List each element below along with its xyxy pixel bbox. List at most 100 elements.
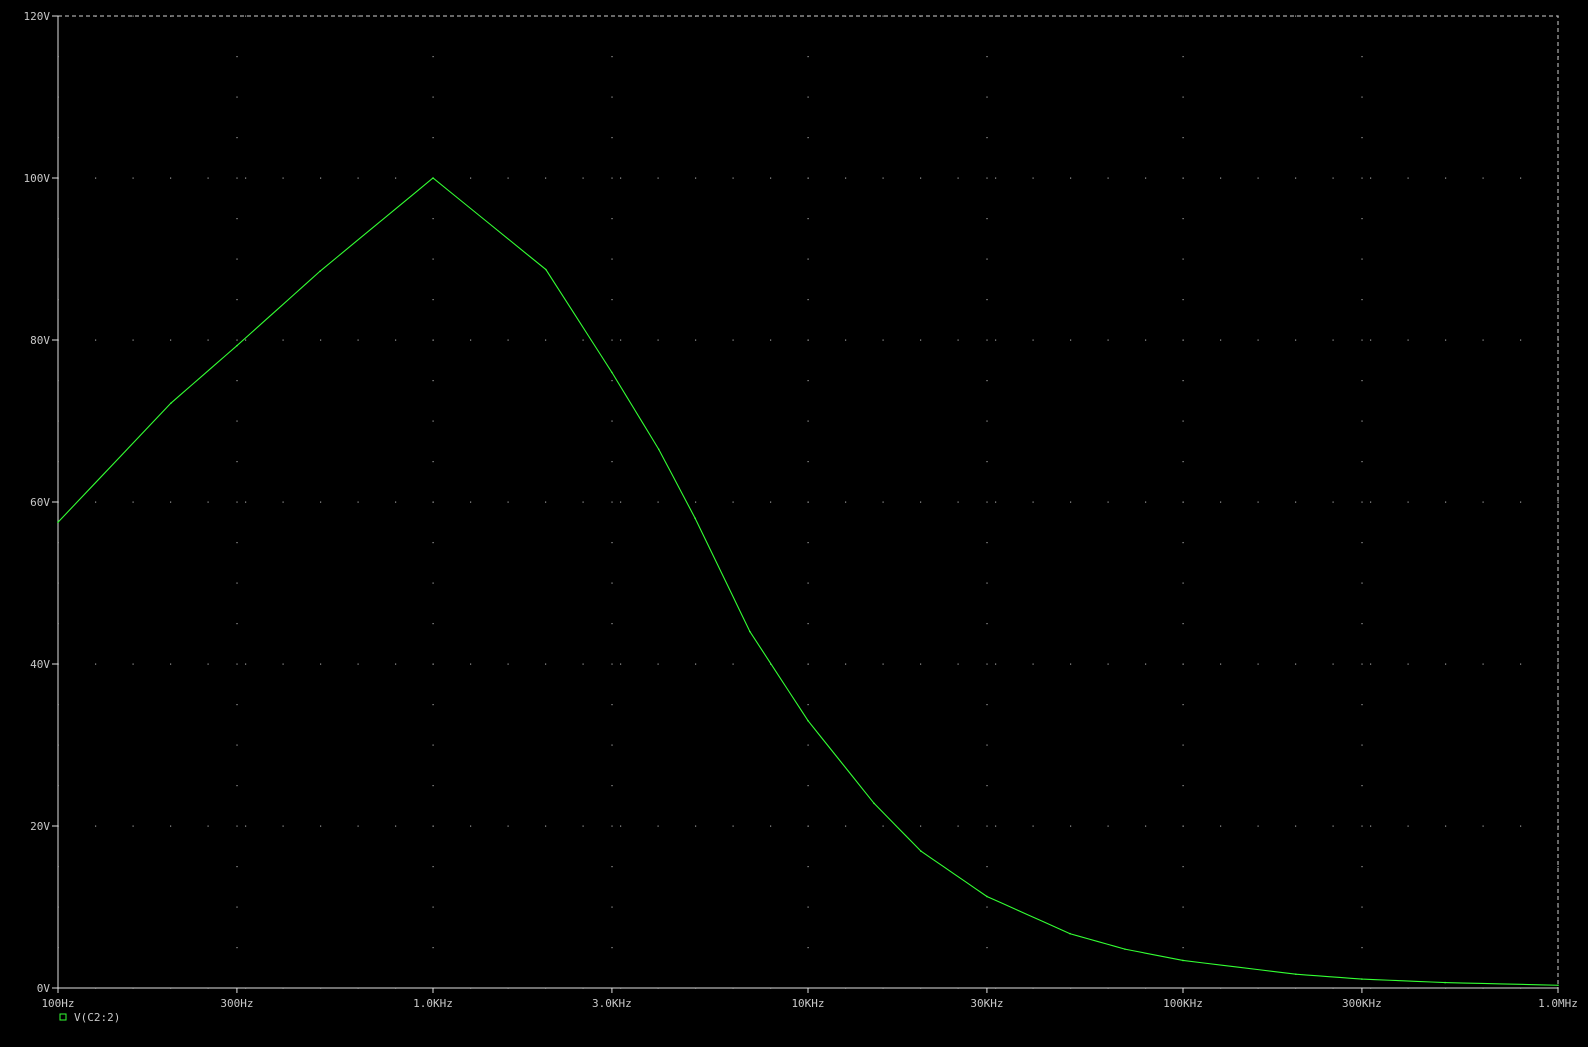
grid-dot xyxy=(611,258,613,260)
grid-dot xyxy=(1220,177,1222,179)
grid-dot xyxy=(170,501,172,503)
x-tick-label: 10KHz xyxy=(791,997,824,1010)
grid-dot xyxy=(807,582,809,584)
grid-dot xyxy=(170,663,172,665)
grid-dot xyxy=(995,177,997,179)
data-point xyxy=(920,850,922,852)
grid-dot xyxy=(995,825,997,827)
grid-dot xyxy=(507,177,509,179)
grid-dot xyxy=(1182,947,1184,949)
grid-dot xyxy=(432,501,434,503)
grid-dot xyxy=(320,825,322,827)
grid-dot xyxy=(1182,906,1184,908)
grid-dot xyxy=(986,542,988,544)
grid-dot xyxy=(207,663,209,665)
grid-dot xyxy=(1407,177,1409,179)
grid-dot xyxy=(986,177,988,179)
grid-dot xyxy=(470,501,472,503)
grid-dot xyxy=(132,825,134,827)
grid-dot xyxy=(395,339,397,341)
grid-dot xyxy=(732,825,734,827)
grid-dot xyxy=(1182,623,1184,625)
grid-dot xyxy=(470,825,472,827)
grid-dot xyxy=(432,380,434,382)
grid-dot xyxy=(807,96,809,98)
grid-dot xyxy=(395,501,397,503)
grid-dot xyxy=(986,501,988,503)
grid-dot xyxy=(732,177,734,179)
grid-dot xyxy=(432,704,434,706)
grid-dot xyxy=(236,218,238,220)
grid-dot xyxy=(986,56,988,58)
grid-dot xyxy=(732,339,734,341)
grid-dot xyxy=(395,177,397,179)
grid-dot xyxy=(1361,947,1363,949)
data-point xyxy=(749,630,751,633)
grid-dot xyxy=(920,339,922,341)
grid-dot xyxy=(1482,663,1484,665)
grid-dot xyxy=(1370,663,1372,665)
grid-dot xyxy=(657,663,659,665)
grid-dot xyxy=(95,339,97,341)
grid-dot xyxy=(1182,218,1184,220)
grid-dot xyxy=(236,663,238,665)
grid-dot xyxy=(957,501,959,503)
legend[interactable]: V(C2:2) xyxy=(59,1011,120,1024)
grid-dot xyxy=(470,177,472,179)
legend-marker-icon xyxy=(59,1013,67,1021)
grid-dot xyxy=(1557,299,1559,301)
grid-dot xyxy=(1070,663,1072,665)
grid-dot xyxy=(986,258,988,260)
grid-dot xyxy=(207,501,209,503)
grid-dot xyxy=(1370,339,1372,341)
grid-dot xyxy=(236,744,238,746)
data-point xyxy=(1182,959,1184,962)
grid-dot xyxy=(432,663,434,665)
grid-dot xyxy=(1032,501,1034,503)
grid-dot xyxy=(845,663,847,665)
grid-dot xyxy=(236,461,238,463)
grid-dot xyxy=(236,137,238,139)
grid-dot xyxy=(1361,744,1363,746)
grid-dot xyxy=(1257,177,1259,179)
grid-dot xyxy=(695,501,697,503)
grid-dot xyxy=(582,339,584,341)
grid-dot xyxy=(1145,663,1147,665)
data-point xyxy=(319,270,321,272)
grid-dot xyxy=(582,501,584,503)
grid-dot xyxy=(1361,906,1363,908)
grid-dot xyxy=(236,299,238,301)
data-point xyxy=(1361,978,1363,980)
grid-dot xyxy=(1295,15,1297,17)
grid-dot xyxy=(95,501,97,503)
grid-dot xyxy=(986,947,988,949)
grid-dot xyxy=(611,825,613,827)
grid-dot xyxy=(986,704,988,706)
grid-dot xyxy=(1220,825,1222,827)
grid-dot xyxy=(1220,663,1222,665)
grid-dot xyxy=(807,137,809,139)
grid-dot xyxy=(1182,177,1184,179)
grid-dot xyxy=(611,947,613,949)
grid-dot xyxy=(657,501,659,503)
grid-dot xyxy=(170,177,172,179)
grid-dot xyxy=(611,56,613,58)
grid-dot xyxy=(236,866,238,868)
grid-dot xyxy=(357,501,359,503)
grid-dot xyxy=(611,744,613,746)
grid-dot xyxy=(357,825,359,827)
grid-dot xyxy=(1361,704,1363,706)
grid-dot xyxy=(245,339,247,341)
grid-dot xyxy=(245,663,247,665)
grid-dot xyxy=(986,96,988,98)
grid-dot xyxy=(845,825,847,827)
grid-dot xyxy=(1257,825,1259,827)
grid-dot xyxy=(1361,663,1363,665)
legend-label[interactable]: V(C2:2) xyxy=(74,1011,120,1024)
grid-dot xyxy=(732,501,734,503)
grid-dot xyxy=(1107,663,1109,665)
grid-dot xyxy=(1182,299,1184,301)
grid-dot xyxy=(1361,825,1363,827)
grid-dot xyxy=(770,501,772,503)
grid-dot xyxy=(470,663,472,665)
